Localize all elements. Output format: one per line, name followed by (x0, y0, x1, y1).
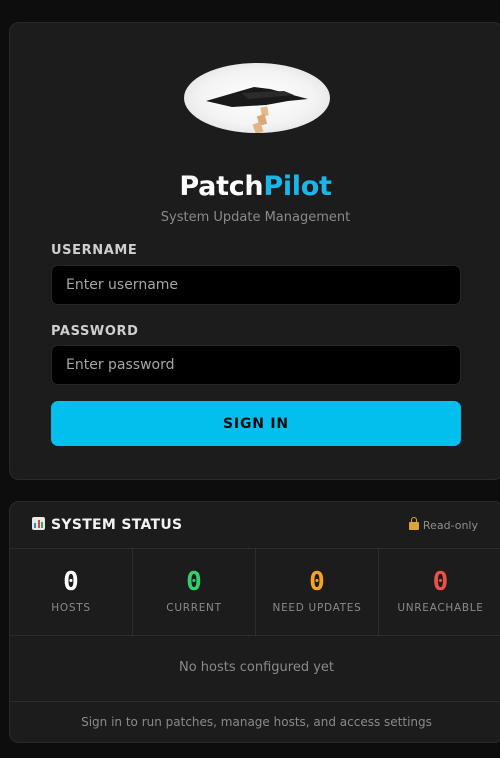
stat-value: 0 (186, 567, 202, 597)
stat-label: CURRENT (166, 602, 222, 614)
username-label: USERNAME (51, 243, 138, 258)
system-status-card: SYSTEM STATUS Read-only 0 HOSTS 0 CURREN… (9, 501, 500, 743)
stat-label: HOSTS (51, 602, 91, 614)
logo-image (184, 63, 330, 133)
stat-label: NEED UPDATES (272, 602, 362, 614)
stat-label: UNREACHABLE (397, 602, 484, 614)
stat-value: 0 (432, 567, 449, 597)
stat-value: 0 (63, 567, 79, 597)
password-label: PASSWORD (51, 324, 139, 339)
password-input[interactable] (51, 345, 461, 385)
bar-chart-icon (32, 517, 45, 530)
username-input[interactable] (51, 265, 461, 305)
stat-need-updates: 0 NEED UPDATES (256, 549, 379, 635)
status-title: SYSTEM STATUS (32, 517, 182, 533)
stats-row: 0 HOSTS 0 CURRENT 0 NEED UPDATES 0 UNREA… (10, 549, 500, 636)
sign-in-hint: Sign in to run patches, manage hosts, an… (81, 715, 432, 729)
stealth-bomber-icon (206, 87, 308, 133)
empty-hosts-message: No hosts configured yet (10, 636, 500, 702)
lock-icon (408, 517, 419, 530)
tagline: System Update Management (160, 210, 351, 225)
readonly-badge: Read-only (408, 517, 478, 532)
brand-title-part2: Pilot (263, 171, 332, 202)
brand-title-part1: Patch (179, 171, 264, 202)
brand-title: PatchPilot (10, 171, 500, 202)
stat-hosts: 0 HOSTS (10, 549, 133, 635)
sign-in-button[interactable]: SIGN IN (51, 401, 461, 446)
login-card: PatchPilot System Update Management USER… (9, 22, 500, 480)
stat-unreachable: 0 UNREACHABLE (379, 549, 500, 635)
stat-current: 0 CURRENT (133, 549, 256, 635)
stat-value: 0 (309, 567, 325, 597)
readonly-label: Read-only (422, 519, 478, 532)
status-header: SYSTEM STATUS Read-only (10, 502, 500, 549)
status-title-text: SYSTEM STATUS (51, 517, 183, 533)
